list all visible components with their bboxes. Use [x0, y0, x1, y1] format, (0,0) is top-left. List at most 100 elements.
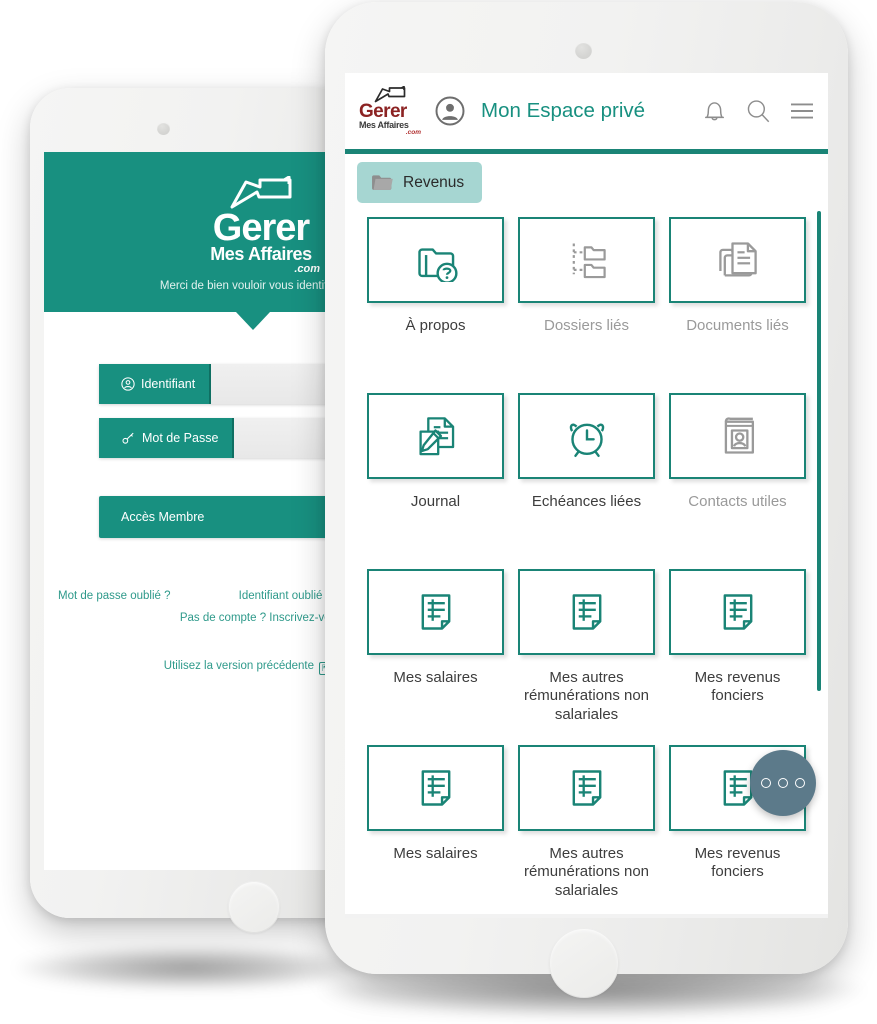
front-camera-right [575, 42, 592, 59]
tile-1[interactable]: Dossiers liés [518, 217, 655, 393]
tile-9[interactable]: Mes salaires [367, 745, 504, 914]
logo-tld: .com [294, 263, 320, 276]
logo-name-bottom: Mes Affaires [210, 244, 312, 265]
tile-box[interactable] [518, 393, 655, 479]
tile-4[interactable]: Echéances liées [518, 393, 655, 569]
login-links: Mot de passe oublié ? Identifiant oublié… [44, 590, 346, 675]
folder-outline-icon [230, 176, 292, 209]
app-footer [345, 914, 828, 918]
tile-label: À propos [405, 317, 466, 334]
screenshot-stage: Gerer Mes Affaires .com Merci de bien vo… [0, 0, 877, 1024]
signup-link[interactable]: Pas de compte ? Inscrivez-vous. [180, 612, 346, 624]
tile-label: Contacts utiles [688, 493, 787, 510]
hero-notch [236, 312, 270, 330]
login-screen: Gerer Mes Affaires .com Merci de bien vo… [44, 152, 346, 870]
app-header: Gerer Mes Affaires .com Mon Espace privé [345, 73, 828, 149]
tile-box[interactable] [367, 217, 504, 303]
tile-label: Mes autres rémunérations non salariales [523, 845, 650, 899]
three-dots-icon [761, 778, 771, 788]
tile-box[interactable] [367, 393, 504, 479]
header-logo[interactable]: Gerer Mes Affaires .com [359, 85, 421, 137]
documents-stack-icon [718, 242, 757, 277]
tile-label: Mes salaires [393, 669, 478, 686]
tile-box[interactable] [367, 745, 504, 831]
tile-label: Mes salaires [393, 845, 478, 862]
tile-3[interactable]: Journal [367, 393, 504, 569]
search-icon[interactable] [745, 98, 772, 125]
tile-box[interactable] [518, 217, 655, 303]
tile-box[interactable] [669, 393, 806, 479]
ledger-sheet-icon [421, 770, 450, 806]
header-logo-tld: .com [405, 128, 421, 136]
tile-10[interactable]: Mes autres rémunérations non salariales [518, 745, 655, 914]
folder-tree-icon [572, 243, 606, 279]
forgot-password-link[interactable]: Mot de passe oublié ? [58, 590, 171, 602]
tab-revenus-label: Revenus [403, 173, 465, 191]
app-screen: Gerer Mes Affaires .com Mon Espace privé [345, 73, 828, 918]
password-label: Mot de Passe [142, 431, 219, 445]
header-logo-name-top: Gerer [359, 100, 407, 122]
tile-8[interactable]: Mes revenus fonciers [669, 569, 806, 745]
scrollbar-thumb[interactable] [817, 211, 821, 691]
tab-bar: Revenus [345, 154, 828, 203]
tile-7[interactable]: Mes autres rémunérations non salariales [518, 569, 655, 745]
identifiant-label: Identifiant [141, 377, 196, 391]
tile-label: Mes revenus fonciers [694, 669, 781, 705]
device-shadow-left [14, 946, 364, 990]
tile-label: Documents liés [686, 317, 789, 334]
identifiant-field-row[interactable]: Identifiant [99, 364, 346, 404]
user-avatar-icon[interactable] [435, 96, 465, 126]
login-form: Identifiant Mot de Passe Accès Membre Mo… [44, 312, 346, 675]
previous-version-link[interactable]: Utilisez la version précédente⇱ [164, 660, 332, 675]
tile-6[interactable]: Mes salaires [367, 569, 504, 745]
header-icon-group [702, 98, 814, 125]
home-button-right[interactable] [549, 928, 619, 998]
tile-label: Journal [410, 493, 461, 510]
tile-box[interactable] [518, 569, 655, 655]
ledger-sheet-icon [421, 594, 450, 630]
three-dots-icon [778, 778, 788, 788]
link-row-previous: Utilisez la version précédente⇱ [44, 660, 346, 675]
more-options-fab[interactable] [750, 750, 816, 816]
login-subtitle: Merci de bien vouloir vous identifier [159, 280, 341, 292]
tile-5[interactable]: Contacts utiles [669, 393, 806, 569]
bell-icon[interactable] [702, 98, 727, 125]
home-button-left[interactable] [228, 881, 280, 933]
user-circle-icon [121, 377, 135, 391]
forgot-identifier-link[interactable]: Identifiant oublié ? [239, 590, 332, 602]
folder-icon [372, 175, 393, 190]
link-row-signup: Pas de compte ? Inscrivez-vous. [44, 612, 346, 624]
tile-scroll-area[interactable]: À propos Dossiers liés Documents liés Jo… [345, 203, 828, 914]
tile-label: Dossiers liés [543, 317, 630, 334]
logo-white: Gerer Mes Affaires .com [196, 176, 326, 275]
tile-label: Echéances liées [531, 493, 642, 510]
member-access-button[interactable]: Accès Membre [99, 496, 346, 538]
three-dots-icon [795, 778, 805, 788]
tile-box[interactable] [669, 217, 806, 303]
login-hero: Gerer Mes Affaires .com Merci de bien vo… [44, 152, 346, 312]
tile-box[interactable] [669, 569, 806, 655]
ledger-sheet-icon [723, 594, 752, 630]
tile-box[interactable] [518, 745, 655, 831]
key-icon [122, 432, 134, 444]
tile-label: Mes autres rémunérations non salariales [523, 669, 650, 723]
identifiant-label-group: Identifiant [99, 364, 210, 404]
front-camera-left [157, 122, 170, 135]
ledger-sheet-icon [572, 770, 601, 806]
ledger-sheet-icon [572, 594, 601, 630]
tile-0[interactable]: À propos [367, 217, 504, 393]
logo-name-top: Gerer [212, 207, 310, 249]
hamburger-menu-icon[interactable] [790, 102, 814, 120]
password-label-group: Mot de Passe [99, 418, 233, 458]
tab-revenus[interactable]: Revenus [357, 162, 483, 203]
document-pencil-icon [418, 417, 454, 456]
tile-2[interactable]: Documents liés [669, 217, 806, 393]
tile-label: Mes revenus fonciers [694, 845, 781, 881]
password-field-row[interactable]: Mot de Passe [99, 418, 346, 458]
link-row-forgot: Mot de passe oublié ? Identifiant oublié… [44, 590, 346, 602]
tile-box[interactable] [367, 569, 504, 655]
alarm-clock-icon [569, 423, 604, 458]
tile-grid: À propos Dossiers liés Documents liés Jo… [345, 203, 828, 914]
address-book-icon [724, 417, 754, 454]
folder-outline-icon [374, 85, 406, 102]
